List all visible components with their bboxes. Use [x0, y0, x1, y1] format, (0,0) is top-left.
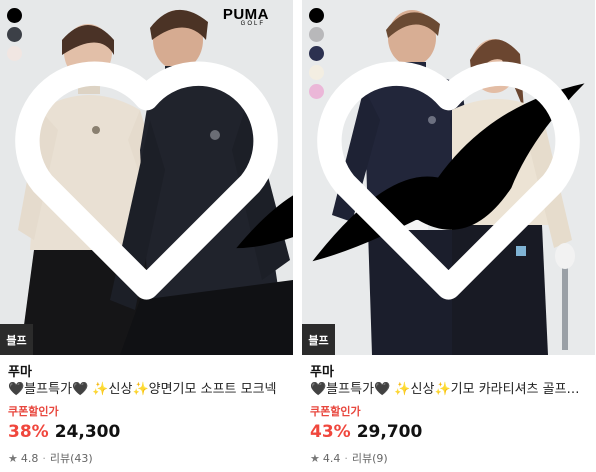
- product-image[interactable]: PUMA GOLF 블프: [0, 0, 293, 355]
- product-card[interactable]: 블프 푸마 🖤블프특가🖤 ✨신상✨기모 카라티셔츠 골프웨어 쿠폰할인가 43%…: [302, 0, 595, 472]
- discount-rate: 38%: [8, 422, 49, 442]
- price-row: 38% 24,300: [8, 422, 287, 448]
- brand-name[interactable]: 푸마: [8, 361, 287, 380]
- review-count[interactable]: 리뷰(43): [50, 450, 93, 466]
- price-row: 43% 29,700: [310, 422, 589, 448]
- heart-outline-icon[interactable]: [0, 0, 293, 355]
- separator-dot: ·: [344, 451, 348, 465]
- sale-price: 29,700: [356, 422, 423, 442]
- rating-row: ★ 4.8 · 리뷰(43): [8, 450, 287, 466]
- product-image[interactable]: 블프: [302, 0, 595, 355]
- star-icon: ★: [310, 451, 320, 465]
- coupon-label: 쿠폰할인가: [310, 405, 361, 418]
- rating-value: 4.8: [20, 451, 39, 465]
- product-title[interactable]: 🖤블프특가🖤 ✨신상✨기모 카라티셔츠 골프웨어: [310, 380, 589, 402]
- product-card[interactable]: PUMA GOLF 블프 푸마 🖤블프특가🖤 ✨신상✨양면기모 소프트 모크넥 …: [0, 0, 293, 472]
- review-count[interactable]: 리뷰(9): [352, 450, 388, 466]
- brand-name[interactable]: 푸마: [310, 361, 589, 380]
- coupon-label: 쿠폰할인가: [8, 405, 59, 418]
- sale-price: 24,300: [54, 422, 121, 442]
- product-title[interactable]: 🖤블프특가🖤 ✨신상✨양면기모 소프트 모크넥: [8, 380, 287, 402]
- discount-rate: 43%: [310, 422, 351, 442]
- rating-row: ★ 4.4 · 리뷰(9): [310, 450, 589, 466]
- star-icon: ★: [8, 451, 18, 465]
- separator-dot: ·: [42, 451, 46, 465]
- rating-value: 4.4: [322, 451, 341, 465]
- heart-outline-icon[interactable]: [302, 0, 595, 355]
